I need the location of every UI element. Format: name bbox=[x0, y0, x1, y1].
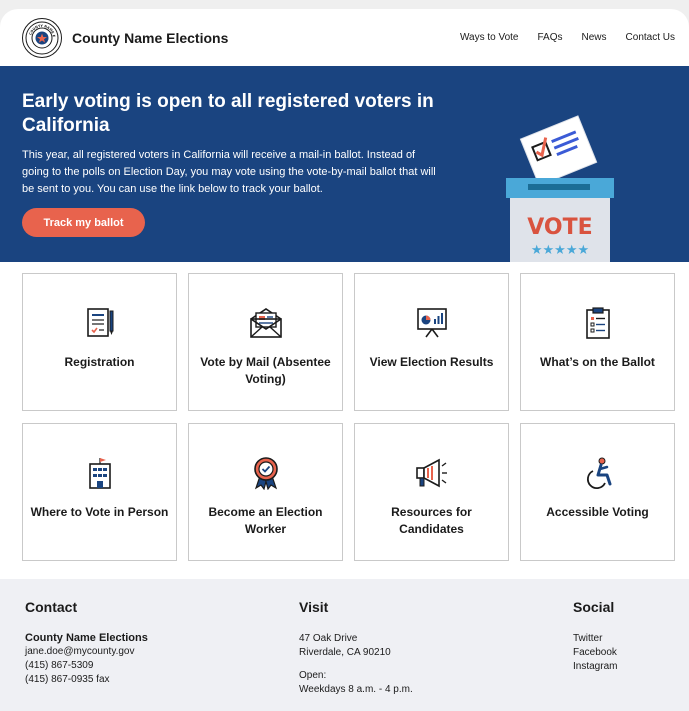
card-label: Where to Vote in Person bbox=[30, 505, 169, 519]
nav-contact-us[interactable]: Contact Us bbox=[626, 32, 675, 43]
visit-address-line2: Riverdale, CA 90210 bbox=[299, 647, 391, 658]
footer-contact-heading: Contact bbox=[25, 599, 78, 615]
nav-faqs[interactable]: FAQs bbox=[538, 32, 563, 43]
main-nav: Ways to Vote FAQs News Contact Us bbox=[460, 32, 675, 43]
card-label: View Election Results bbox=[369, 355, 494, 369]
card-label: Accessible Voting bbox=[546, 505, 649, 519]
award-ribbon-icon bbox=[253, 457, 278, 490]
social-link-facebook[interactable]: Facebook bbox=[573, 646, 617, 660]
hero-heading: Early voting is open to all registered v… bbox=[22, 91, 434, 136]
envelope-icon bbox=[249, 308, 282, 338]
visit-open-label: Open: bbox=[299, 670, 327, 681]
card-candidate-resources[interactable]: Resources for Candidates bbox=[354, 423, 509, 561]
hero-banner: Early voting is open to all registered v… bbox=[0, 66, 689, 262]
card-label: Become an Election Worker bbox=[208, 505, 323, 536]
nav-news[interactable]: News bbox=[582, 32, 607, 43]
card-accessible-voting[interactable]: Accessible Voting bbox=[520, 423, 675, 561]
footer-visit: Visit 47 Oak Drive Riverdale, CA 90210 O… bbox=[299, 599, 413, 697]
megaphone-icon bbox=[415, 458, 447, 488]
card-label: Vote by Mail (Absentee Voting) bbox=[200, 355, 331, 386]
footer-social-heading: Social bbox=[573, 599, 615, 615]
ballot-box-illustration: VOTE ★★★★★ bbox=[506, 115, 614, 262]
site-title[interactable]: County Name Elections bbox=[72, 30, 228, 46]
contact-phone[interactable]: (415) 867-5309 bbox=[25, 659, 148, 673]
visit-address-line1: 47 Oak Drive bbox=[299, 633, 358, 644]
wheelchair-icon bbox=[586, 457, 611, 490]
footer-visit-heading: Visit bbox=[299, 599, 329, 615]
registration-form-icon bbox=[86, 308, 113, 337]
card-registration[interactable]: Registration bbox=[22, 273, 177, 411]
footer-contact: Contact County Name Elections jane.doe@m… bbox=[25, 599, 148, 687]
county-seal-logo[interactable]: COUNTY NAME ELECTIONS bbox=[22, 17, 62, 58]
card-label: What’s on the Ballot bbox=[540, 355, 655, 369]
card-label: Registration bbox=[64, 355, 135, 369]
social-link-twitter[interactable]: Twitter bbox=[573, 632, 617, 646]
card-vote-by-mail[interactable]: Vote by Mail (Absentee Voting) bbox=[188, 273, 343, 411]
track-ballot-button[interactable]: Track my ballot bbox=[22, 208, 145, 237]
contact-org-name: County Name Elections bbox=[25, 632, 148, 644]
card-where-to-vote[interactable]: Where to Vote in Person bbox=[22, 423, 177, 561]
card-election-worker[interactable]: Become an Election Worker bbox=[188, 423, 343, 561]
hero-body: This year, all registered voters in Cali… bbox=[22, 149, 436, 195]
page: COUNTY NAME ELECTIONS County Name Electi… bbox=[0, 9, 689, 711]
nav-ways-to-vote[interactable]: Ways to Vote bbox=[460, 32, 519, 43]
svg-text:VOTE: VOTE bbox=[527, 215, 592, 240]
contact-fax: (415) 867-0935 fax bbox=[25, 674, 110, 685]
building-icon bbox=[88, 458, 111, 489]
visit-hours: Weekdays 8 a.m. - 4 p.m. bbox=[299, 684, 413, 695]
card-label: Resources for Candidates bbox=[391, 505, 472, 536]
svg-text:★★★★★: ★★★★★ bbox=[531, 243, 589, 258]
card-election-results[interactable]: View Election Results bbox=[354, 273, 509, 411]
social-link-instagram[interactable]: Instagram bbox=[573, 660, 617, 674]
footer-social: Social Twitter Facebook Instagram bbox=[573, 599, 617, 674]
card-whats-on-ballot[interactable]: What’s on the Ballot bbox=[520, 273, 675, 411]
clipboard-icon bbox=[585, 307, 610, 339]
site-header: COUNTY NAME ELECTIONS County Name Electi… bbox=[0, 9, 689, 66]
services-grid: Registration Vote by Mail (Absentee Voti… bbox=[22, 273, 675, 561]
site-footer: Contact County Name Elections jane.doe@m… bbox=[0, 579, 689, 711]
presentation-chart-icon bbox=[416, 308, 447, 338]
contact-email[interactable]: jane.doe@mycounty.gov bbox=[25, 645, 148, 659]
